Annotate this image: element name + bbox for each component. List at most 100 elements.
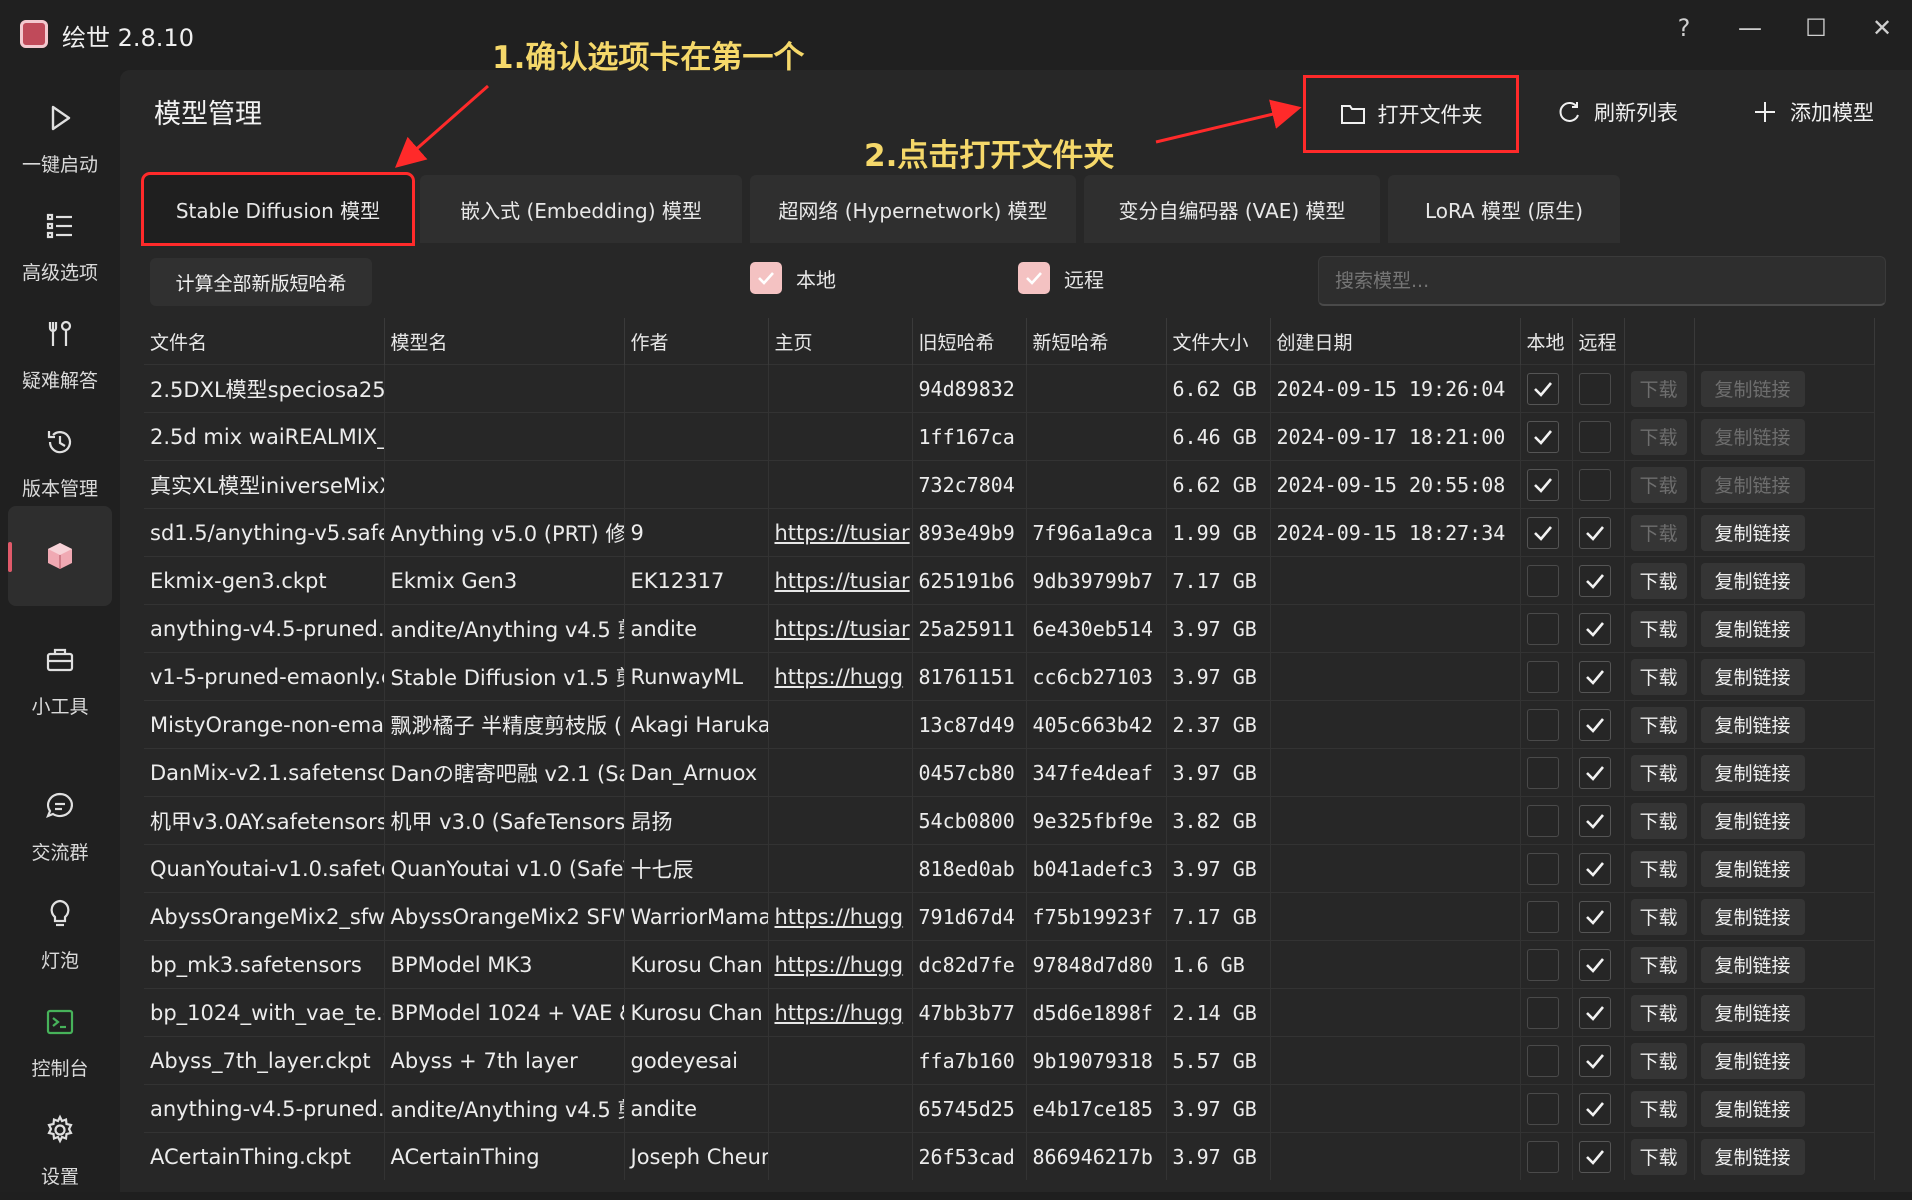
remote-checkbox[interactable] xyxy=(1578,564,1611,597)
sidebar-item-troubleshoot[interactable]: 疑难解答 xyxy=(8,304,112,404)
local-checkbox[interactable] xyxy=(1526,372,1559,405)
column-header-new-hash[interactable]: 新短哈希 xyxy=(1026,318,1167,365)
table-row[interactable]: anything-v4.5-pruned.c andite/Anything v4… xyxy=(144,1084,1875,1133)
close-button[interactable]: ✕ xyxy=(1862,8,1902,48)
download-button[interactable]: 下载 xyxy=(1630,418,1687,455)
sidebar-item-versions[interactable]: 版本管理 xyxy=(8,412,112,512)
sidebar-item-settings[interactable]: 设置 xyxy=(8,1100,112,1200)
table-row[interactable]: Abyss_7th_layer.ckpt Abyss + 7th layer god… xyxy=(144,1036,1875,1085)
calc-all-hash-button[interactable]: 计算全部新版短哈希 xyxy=(150,258,372,306)
local-checkbox[interactable] xyxy=(1526,420,1559,453)
remote-checkbox[interactable] xyxy=(1578,660,1611,693)
remote-checkbox[interactable] xyxy=(1578,420,1611,453)
local-checkbox[interactable] xyxy=(1526,852,1559,885)
table-row[interactable]: v1-5-pruned-emaonly.c Stable Diffusion v1… xyxy=(144,652,1875,701)
table-row[interactable]: AbyssOrangeMix2_sfw. AbyssOrangeMix2 SFW W… xyxy=(144,892,1875,941)
table-row[interactable]: anything-v4.5-pruned.s andite/Anything v4… xyxy=(144,604,1875,653)
download-button[interactable]: 下载 xyxy=(1630,898,1687,935)
add-model-button[interactable]: 添加模型 xyxy=(1736,84,1890,140)
local-checkbox[interactable] xyxy=(1526,900,1559,933)
tab-vae[interactable]: 变分自编码器 (VAE) 模型 xyxy=(1084,175,1380,243)
column-header-modelname[interactable]: 模型名 xyxy=(384,318,625,365)
table-row[interactable]: MistyOrange-non-ema 飘渺橘子 半精度剪枝版 (Akagi Ha… xyxy=(144,700,1875,749)
local-checkbox[interactable] xyxy=(1526,1044,1559,1077)
download-button[interactable]: 下载 xyxy=(1630,370,1687,407)
remote-checkbox[interactable] xyxy=(1578,1044,1611,1077)
copy-link-button[interactable]: 复制链接 xyxy=(1700,898,1805,935)
download-button[interactable]: 下载 xyxy=(1630,466,1687,503)
download-button[interactable]: 下载 xyxy=(1630,1138,1687,1175)
sidebar-item-community[interactable]: 交流群 xyxy=(8,776,112,876)
table-row[interactable]: 2.5DXL模型speciosa25D 94d89832 6.62 GB 2024-0… xyxy=(144,364,1875,413)
remote-checkbox[interactable] xyxy=(1578,756,1611,789)
copy-link-button[interactable]: 复制链接 xyxy=(1700,754,1805,791)
tab-stable-diffusion[interactable]: Stable Diffusion 模型 xyxy=(141,172,415,246)
local-checkbox[interactable] xyxy=(1526,516,1559,549)
local-checkbox[interactable] xyxy=(1526,660,1559,693)
download-button[interactable]: 下载 xyxy=(1630,754,1687,791)
download-button[interactable]: 下载 xyxy=(1630,946,1687,983)
table-row[interactable]: ACertainThing.ckpt ACertainThing Joseph Ch… xyxy=(144,1132,1875,1180)
table-row[interactable]: 机甲v3.0AY.safetensors 机甲 v3.0 (SafeTensors… xyxy=(144,796,1875,845)
sidebar-item-launch[interactable]: 一键启动 xyxy=(8,88,112,188)
remote-checkbox[interactable] xyxy=(1018,262,1050,294)
remote-checkbox[interactable] xyxy=(1578,468,1611,501)
tab-embedding[interactable]: 嵌入式 (Embedding) 模型 xyxy=(420,175,742,243)
remote-checkbox[interactable] xyxy=(1578,996,1611,1029)
copy-link-button[interactable]: 复制链接 xyxy=(1700,1138,1805,1175)
tab-hypernetwork[interactable]: 超网络 (Hypernetwork) 模型 xyxy=(750,175,1076,243)
homepage-link[interactable]: https://hugg xyxy=(775,1001,904,1025)
column-header-author[interactable]: 作者 xyxy=(624,318,769,365)
remote-checkbox[interactable] xyxy=(1578,1140,1611,1173)
copy-link-button[interactable]: 复制链接 xyxy=(1700,466,1805,503)
homepage-link[interactable]: https://tusiar xyxy=(775,521,910,545)
remote-filter[interactable]: 远程 xyxy=(1018,262,1104,294)
local-checkbox[interactable] xyxy=(1526,996,1559,1029)
homepage-link[interactable]: https://tusiar xyxy=(775,569,910,593)
remote-checkbox[interactable] xyxy=(1578,804,1611,837)
column-header-size[interactable]: 文件大小 xyxy=(1166,318,1271,365)
download-button[interactable]: 下载 xyxy=(1630,1042,1687,1079)
table-row[interactable]: QuanYoutai-v1.0.safete QuanYoutai v1.0 (S… xyxy=(144,844,1875,893)
remote-checkbox[interactable] xyxy=(1578,708,1611,741)
local-checkbox[interactable] xyxy=(1526,804,1559,837)
column-header-remote[interactable]: 远程 xyxy=(1572,318,1625,365)
download-button[interactable]: 下载 xyxy=(1630,610,1687,647)
download-button[interactable]: 下载 xyxy=(1630,706,1687,743)
download-button[interactable]: 下载 xyxy=(1630,1090,1687,1127)
download-button[interactable]: 下载 xyxy=(1630,802,1687,839)
remote-checkbox[interactable] xyxy=(1578,948,1611,981)
sidebar-item-tools[interactable]: 小工具 xyxy=(8,630,112,730)
local-checkbox[interactable] xyxy=(1526,1140,1559,1173)
open-folder-button[interactable]: 打开文件夹 xyxy=(1303,75,1519,153)
copy-link-button[interactable]: 复制链接 xyxy=(1700,418,1805,455)
download-button[interactable]: 下载 xyxy=(1630,994,1687,1031)
sidebar-item-console[interactable]: 控制台 xyxy=(8,992,112,1092)
table-row[interactable]: sd1.5/anything-v5.safet Anything v5.0 (PR… xyxy=(144,508,1875,557)
copy-link-button[interactable]: 复制链接 xyxy=(1700,610,1805,647)
copy-link-button[interactable]: 复制链接 xyxy=(1700,706,1805,743)
table-row[interactable]: 2.5d mix waiREALMIX_v 1ff167ca 6.46 GB 2024… xyxy=(144,412,1875,461)
table-row[interactable]: DanMix-v2.1.safetensor Danの瞎寄吧融 v2.1 (Sa D… xyxy=(144,748,1875,797)
sidebar-item-advanced[interactable]: 高级选项 xyxy=(8,196,112,296)
homepage-link[interactable]: https://hugg xyxy=(775,953,904,977)
remote-checkbox[interactable] xyxy=(1578,852,1611,885)
copy-link-button[interactable]: 复制链接 xyxy=(1700,370,1805,407)
homepage-link[interactable]: https://hugg xyxy=(775,665,904,689)
sidebar-item-bulb[interactable]: 灯泡 xyxy=(8,884,112,984)
download-button[interactable]: 下载 xyxy=(1630,514,1687,551)
copy-link-button[interactable]: 复制链接 xyxy=(1700,850,1805,887)
column-header-filename[interactable]: 文件名 xyxy=(144,318,385,365)
remote-checkbox[interactable] xyxy=(1578,372,1611,405)
local-checkbox[interactable] xyxy=(1526,564,1559,597)
copy-link-button[interactable]: 复制链接 xyxy=(1700,1090,1805,1127)
refresh-list-button[interactable]: 刷新列表 xyxy=(1540,84,1694,140)
column-header-old-hash[interactable]: 旧短哈希 xyxy=(912,318,1027,365)
minimize-button[interactable]: — xyxy=(1730,8,1770,48)
search-input[interactable] xyxy=(1318,256,1886,306)
local-checkbox[interactable] xyxy=(1526,612,1559,645)
local-checkbox[interactable] xyxy=(1526,756,1559,789)
table-row[interactable]: Ekmix-gen3.ckpt Ekmix Gen3 EK12317 https://… xyxy=(144,556,1875,605)
local-filter[interactable]: 本地 xyxy=(750,262,836,294)
local-checkbox[interactable] xyxy=(750,262,782,294)
